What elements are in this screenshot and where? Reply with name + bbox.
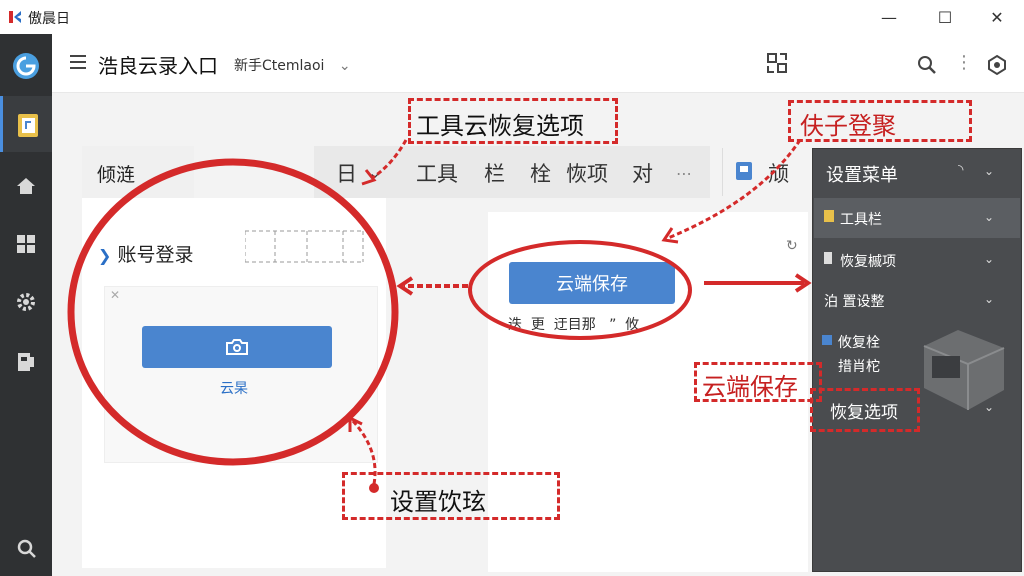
annotation-arrow-top-left <box>371 139 408 180</box>
annotation-circle-large <box>67 158 399 466</box>
annotation-ellipse-save <box>468 240 692 340</box>
annotation-box-restore <box>810 388 920 432</box>
annotation-top-right-label: 伕子登聚 <box>800 112 896 140</box>
annotation-bottom-label: 设置饮玹 <box>390 488 486 516</box>
annotation-top-label: 工具云恢复选项 <box>416 112 584 140</box>
annotation-cloud-save-label: 云端保存 <box>702 373 798 401</box>
annotation-arrow-top-right <box>667 139 802 240</box>
